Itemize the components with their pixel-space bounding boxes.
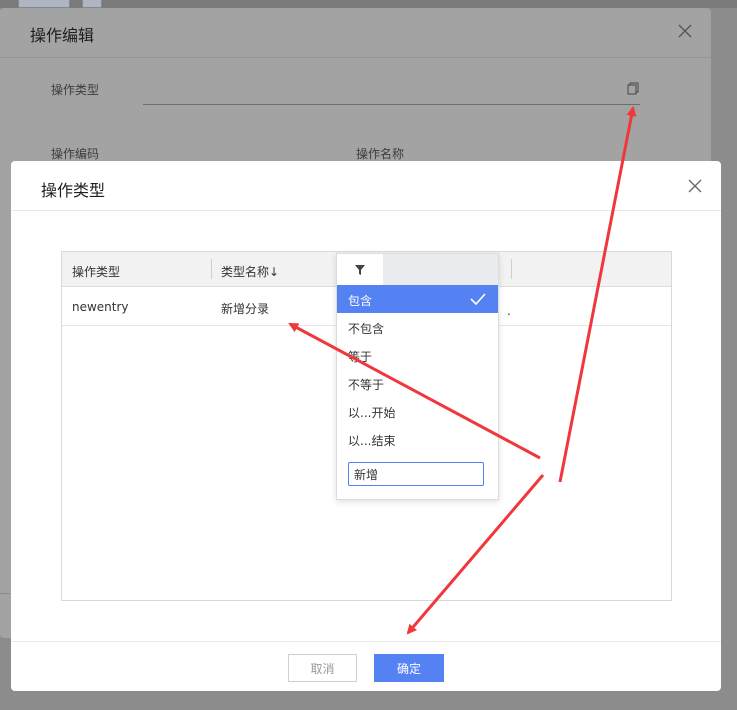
background-strip bbox=[0, 0, 737, 8]
operation-edit-title: 操作编辑 bbox=[30, 26, 95, 45]
filter-tab-bar bbox=[383, 254, 498, 286]
filter-value-input[interactable] bbox=[348, 462, 484, 486]
cell-type-name: 新增分录 bbox=[221, 302, 270, 316]
cell-operation-type: newentry bbox=[72, 300, 129, 314]
filter-icon bbox=[355, 265, 365, 275]
divider bbox=[0, 593, 10, 594]
column-filter-popup: 包含 不包含 等于 不等于 以...开始 以...结束 bbox=[336, 253, 499, 500]
field-label-operation-type: 操作类型 bbox=[51, 83, 100, 97]
filter-option-label: 不包含 bbox=[348, 322, 385, 336]
filter-option-equals[interactable]: 等于 bbox=[337, 341, 498, 369]
truncated-cell-text: . bbox=[507, 304, 511, 318]
field-label-operation-name: 操作名称 bbox=[356, 147, 405, 161]
operation-edit-header: 操作编辑 bbox=[0, 8, 711, 58]
column-divider[interactable] bbox=[511, 259, 512, 279]
field-label-operation-code: 操作编码 bbox=[51, 147, 100, 161]
filter-option-label: 等于 bbox=[348, 350, 373, 364]
cancel-button[interactable]: 取消 bbox=[288, 654, 357, 682]
operation-type-modal: 操作类型 操作类型 类型名称↓ newentry 新增分录 . 包含 不包含 等… bbox=[11, 161, 721, 691]
close-icon[interactable] bbox=[676, 22, 694, 40]
filter-option-label: 以...结束 bbox=[348, 434, 396, 448]
modal-title: 操作类型 bbox=[41, 181, 106, 200]
background-tab-button bbox=[82, 0, 102, 8]
background-tab bbox=[18, 0, 70, 8]
close-icon[interactable] bbox=[687, 178, 703, 194]
confirm-button[interactable]: 确定 bbox=[374, 654, 444, 682]
filter-option-not-equals[interactable]: 不等于 bbox=[337, 369, 498, 397]
filter-option-ends-with[interactable]: 以...结束 bbox=[337, 425, 498, 453]
filter-option-label: 不等于 bbox=[348, 378, 385, 392]
copy-icon[interactable] bbox=[627, 82, 639, 95]
filter-option-label: 以...开始 bbox=[348, 406, 396, 420]
filter-option-starts-with[interactable]: 以...开始 bbox=[337, 397, 498, 425]
modal-footer: 取消 确定 bbox=[11, 641, 721, 692]
check-icon bbox=[470, 293, 486, 306]
filter-tab[interactable] bbox=[337, 254, 383, 286]
filter-option-label: 包含 bbox=[348, 294, 373, 308]
column-header-type-name[interactable]: 类型名称↓ bbox=[221, 263, 279, 280]
column-divider[interactable] bbox=[211, 259, 212, 279]
modal-header: 操作类型 bbox=[11, 161, 721, 211]
operation-type-field[interactable] bbox=[143, 104, 640, 105]
filter-option-contains[interactable]: 包含 bbox=[337, 285, 498, 313]
filter-option-not-contains[interactable]: 不包含 bbox=[337, 313, 498, 341]
column-header-operation-type[interactable]: 操作类型 bbox=[72, 263, 120, 280]
